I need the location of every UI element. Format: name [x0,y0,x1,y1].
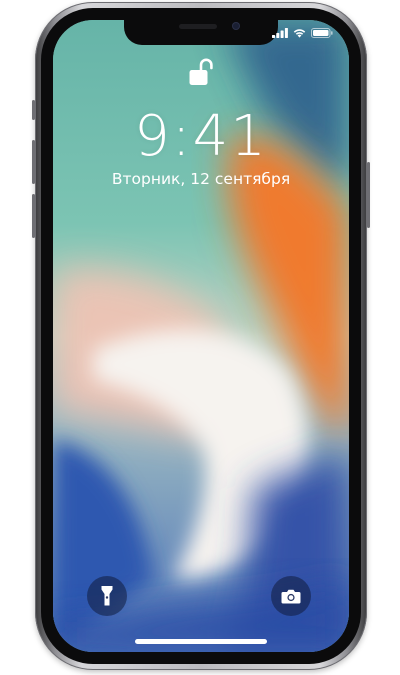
front-camera [232,22,240,30]
wifi-icon [293,29,306,38]
home-indicator[interactable] [135,639,267,644]
iphone-frame: 9:41 Вторник, 12 сентября [32,2,370,670]
flashlight-icon [101,586,113,606]
lockscreen-date: Вторник, 12 сентября [111,170,291,188]
lock-screen: 9:41 Вторник, 12 сентября [53,20,349,652]
cellular-signal-icon [272,28,288,38]
lockscreen-time: 9:41 [134,104,268,169]
notch [124,20,278,45]
battery-icon [311,28,333,38]
camera-button[interactable] [271,576,311,616]
flashlight-button[interactable] [87,576,127,616]
side-button [367,162,370,228]
status-bar [272,27,333,39]
unlocked-padlock-icon [189,58,213,85]
volume-down-button [32,194,35,238]
volume-up-button [32,140,35,184]
earpiece-speaker [179,24,217,29]
mute-switch [32,100,35,120]
camera-icon [281,589,301,603]
